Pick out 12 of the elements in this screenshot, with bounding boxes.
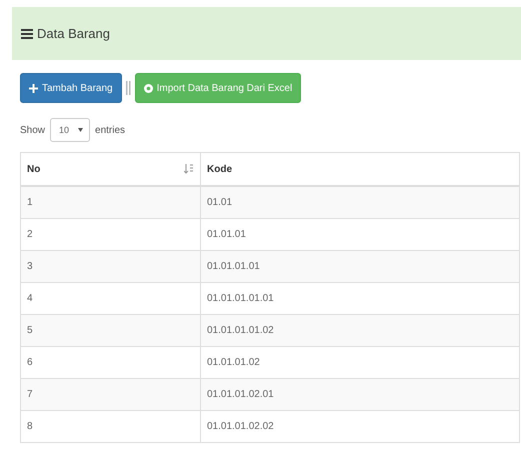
separator-icon	[126, 81, 131, 95]
panel-title: Data Barang	[37, 26, 110, 41]
table-cell: 01.01.01.02.02	[200, 410, 520, 442]
list-icon	[21, 28, 33, 38]
add-button[interactable]: Tambah Barang	[20, 73, 122, 103]
plus-icon	[29, 84, 38, 92]
sort-icon	[184, 164, 194, 174]
entries-select[interactable]: 10	[50, 118, 90, 142]
caret-icon	[78, 128, 84, 132]
entries-label: entries	[95, 124, 126, 136]
table-cell: 8	[20, 410, 200, 442]
show-label: Show	[20, 124, 46, 136]
